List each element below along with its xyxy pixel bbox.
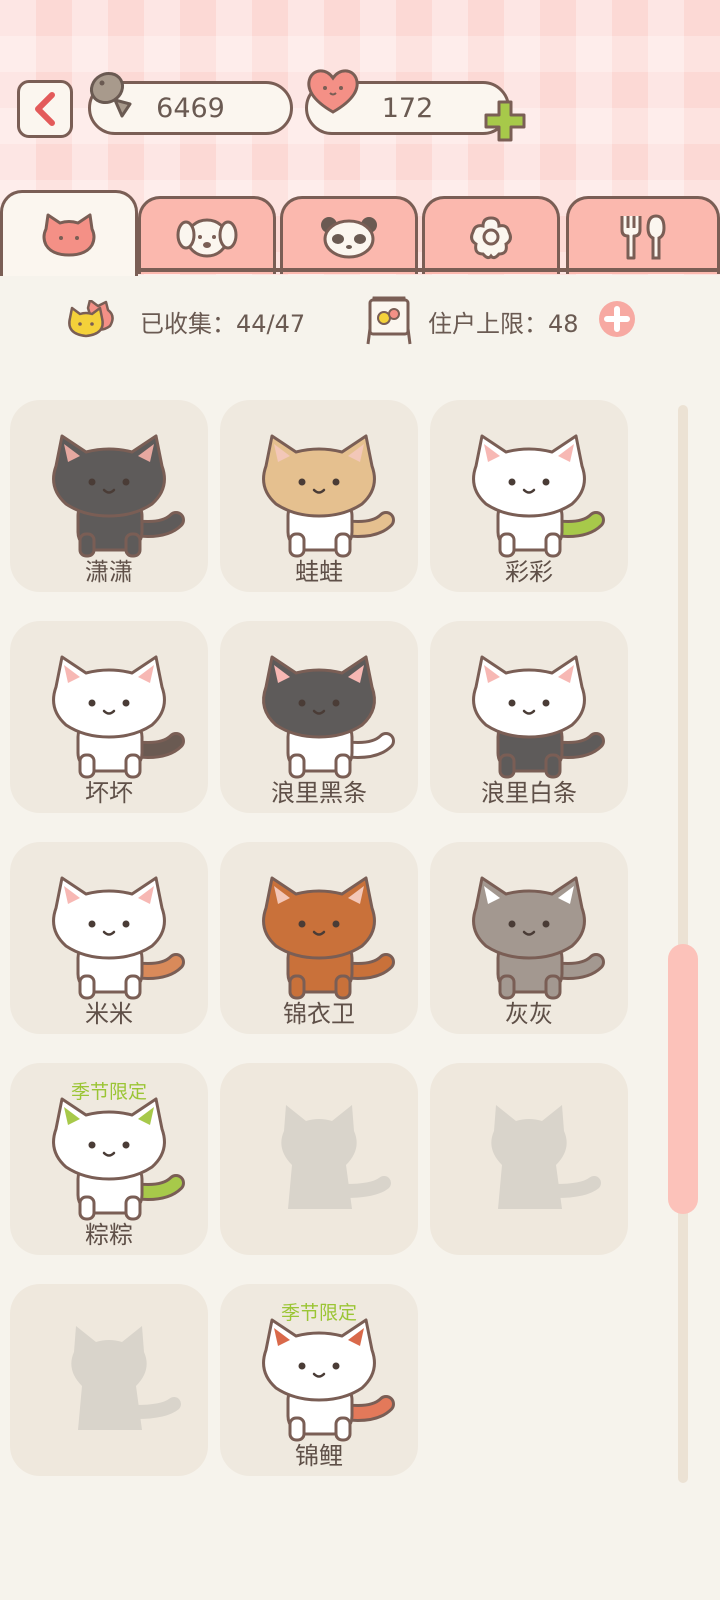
cat-card[interactable]: 潇潇 <box>10 400 208 592</box>
cat-card[interactable]: 灰灰 <box>430 842 628 1034</box>
season-limited-label: 季节限定 <box>280 1302 357 1324</box>
cat-card[interactable]: 锦衣卫 <box>220 842 418 1034</box>
cat-icon <box>472 655 605 779</box>
dog-face-icon <box>176 218 238 257</box>
signboard-icon <box>366 296 412 345</box>
cat-icon <box>52 655 185 779</box>
fish-icon <box>89 71 132 118</box>
cat-icon <box>262 655 395 779</box>
cat-icon <box>52 1097 185 1221</box>
tab-flowers[interactable] <box>422 196 560 274</box>
category-tabs <box>0 190 720 276</box>
cat-icon <box>472 876 605 1000</box>
add-capacity-button[interactable] <box>598 300 636 338</box>
cat-card[interactable]: 坏坏 <box>10 621 208 813</box>
cat-icon <box>262 434 395 558</box>
locked-cat-card[interactable] <box>10 1284 208 1476</box>
cat-name: 浪里白条 <box>481 779 577 807</box>
cat-silhouette-icon <box>491 1105 601 1209</box>
fish-count: 6469 <box>156 92 225 124</box>
cat-icon <box>262 1318 395 1442</box>
locked-cat-card[interactable] <box>430 1063 628 1255</box>
cat-silhouette-icon <box>71 1326 181 1430</box>
heart-icon <box>307 69 359 114</box>
scrollbar-thumb[interactable] <box>668 944 698 1214</box>
heart-count: 172 <box>381 92 434 124</box>
cat-card[interactable]: 彩彩 <box>430 400 628 592</box>
cat-name: 米米 <box>85 1000 133 1028</box>
cat-icon <box>52 876 185 1000</box>
cat-name: 蛙蛙 <box>295 558 343 586</box>
collected-cats-icon <box>68 300 114 338</box>
cat-name: 灰灰 <box>505 1000 553 1028</box>
cat-icon <box>472 434 605 558</box>
flower-icon <box>470 215 512 259</box>
locked-cat-card[interactable] <box>220 1063 418 1255</box>
cat-card[interactable]: 浪里白条 <box>430 621 628 813</box>
resident-capacity: 住户上限：48 <box>428 310 579 338</box>
cat-card[interactable]: 米米 <box>10 842 208 1034</box>
tab-cats[interactable] <box>0 190 138 276</box>
back-button[interactable] <box>17 80 73 138</box>
cat-name: 彩彩 <box>505 558 553 586</box>
cat-icon <box>52 434 185 558</box>
cat-name: 锦衣卫 <box>283 1000 355 1028</box>
cat-icon <box>262 876 395 1000</box>
cat-name: 坏坏 <box>85 779 133 807</box>
cat-card[interactable]: 浪里黑条 <box>220 621 418 813</box>
add-hearts-button[interactable] <box>482 98 528 144</box>
cat-name: 粽粽 <box>85 1221 133 1249</box>
tab-pandas[interactable] <box>280 196 418 274</box>
cat-name: 潇潇 <box>85 558 133 586</box>
cat-face-icon <box>42 213 96 256</box>
back-arrow-icon <box>35 92 55 126</box>
cat-name: 锦鲤 <box>295 1442 343 1470</box>
cat-card[interactable]: 蛙蛙 <box>220 400 418 592</box>
collected-count: 已收集：44/47 <box>140 310 306 338</box>
collection-stats: 已收集：44/47 住户上限：48 <box>0 290 720 350</box>
tab-food[interactable] <box>566 196 720 274</box>
cat-silhouette-icon <box>281 1105 391 1209</box>
season-limited-label: 季节限定 <box>70 1081 147 1103</box>
cat-name: 浪里黑条 <box>271 779 367 807</box>
panda-face-icon <box>321 216 377 258</box>
tab-dogs[interactable] <box>138 196 276 274</box>
fork-spoon-icon <box>620 213 666 259</box>
cat-card[interactable]: 季节限定 锦鲤 <box>220 1284 418 1476</box>
cat-card[interactable]: 季节限定 粽粽 <box>10 1063 208 1255</box>
